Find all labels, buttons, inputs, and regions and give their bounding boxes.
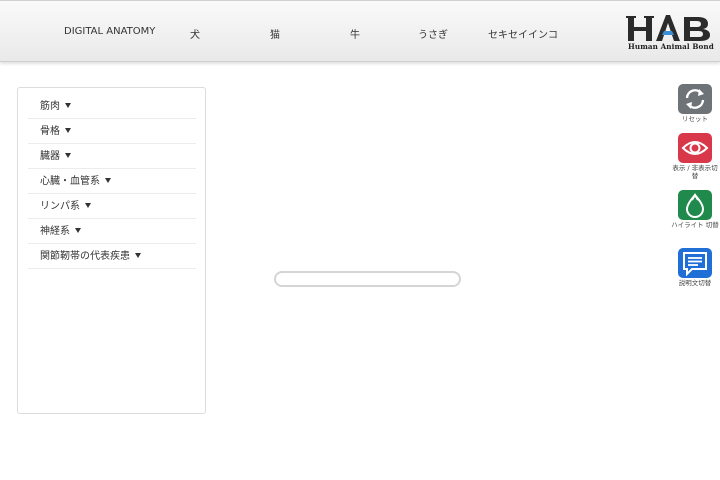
highlight-button-face bbox=[678, 190, 712, 220]
caret-down-icon bbox=[135, 253, 141, 258]
hab-logo-text: Human Animal Bond bbox=[628, 42, 714, 51]
refresh-icon bbox=[685, 89, 705, 109]
highlight-toggle-button[interactable]: ハイライト 切替 bbox=[670, 190, 720, 240]
nav-budgie[interactable]: セキセイインコ bbox=[488, 26, 558, 41]
visibility-button-face bbox=[678, 133, 712, 163]
menu-label: 筋肉 bbox=[40, 101, 60, 112]
menu-label: 神経系 bbox=[40, 226, 70, 237]
description-button-face bbox=[678, 248, 712, 278]
caret-down-icon bbox=[85, 203, 91, 208]
menu-joint-diseases[interactable]: 関節靭帯の代表疾患 bbox=[28, 244, 196, 269]
menu-label: リンパ系 bbox=[40, 201, 80, 212]
caret-down-icon bbox=[65, 128, 71, 133]
caret-down-icon bbox=[75, 228, 81, 233]
menu-organs[interactable]: 臓器 bbox=[28, 144, 196, 169]
top-header: DIGITAL ANATOMY 犬 猫 牛 うさぎ セキセイインコ Human … bbox=[0, 0, 720, 62]
visibility-label-line1: 表示 / 非表示切替 bbox=[672, 164, 718, 180]
menu-cardiovascular[interactable]: 心臓・血管系 bbox=[28, 169, 196, 194]
description-label: 説明文切替 bbox=[678, 279, 712, 287]
nav-digital-anatomy[interactable]: DIGITAL ANATOMY bbox=[64, 26, 155, 37]
nav-cat[interactable]: 猫 bbox=[270, 26, 280, 41]
nav-rabbit[interactable]: うさぎ bbox=[418, 26, 448, 41]
description-toggle-button[interactable]: 説明文切替 bbox=[670, 248, 720, 290]
highlight-label: ハイライト 切替 bbox=[671, 221, 719, 229]
hab-logo-mark bbox=[626, 15, 710, 41]
menu-lymphatic[interactable]: リンパ系 bbox=[28, 194, 196, 219]
menu-label: 臓器 bbox=[40, 151, 60, 162]
eye-icon bbox=[681, 141, 709, 155]
visibility-toggle-button[interactable]: 表示 / 非表示切替 bbox=[670, 133, 720, 183]
highlight-icon bbox=[685, 193, 705, 218]
menu-skeleton[interactable]: 骨格 bbox=[28, 119, 196, 144]
category-sidebar: 筋肉 骨格 臓器 心臓・血管系 リンパ系 神経系 関節靭帯の代表疾患 bbox=[17, 87, 206, 414]
speech-bubble-icon bbox=[683, 252, 707, 277]
nav-cow[interactable]: 牛 bbox=[350, 26, 360, 41]
caret-down-icon bbox=[105, 178, 111, 183]
reset-label: リセット bbox=[682, 115, 708, 123]
caret-down-icon bbox=[65, 153, 71, 158]
menu-muscle[interactable]: 筋肉 bbox=[28, 94, 196, 119]
menu-label: 心臓・血管系 bbox=[40, 176, 100, 187]
menu-nervous[interactable]: 神経系 bbox=[28, 219, 196, 244]
visibility-label: 表示 / 非表示切替 bbox=[670, 164, 720, 180]
reset-button-face bbox=[678, 84, 712, 114]
reset-button[interactable]: リセット bbox=[670, 84, 720, 126]
loading-progress-bar bbox=[274, 271, 461, 287]
hab-logo[interactable]: Human Animal Bond bbox=[626, 13, 714, 53]
caret-down-icon bbox=[65, 103, 71, 108]
menu-label: 関節靭帯の代表疾患 bbox=[40, 251, 130, 262]
nav-dog[interactable]: 犬 bbox=[190, 26, 200, 41]
menu-label: 骨格 bbox=[40, 126, 60, 137]
